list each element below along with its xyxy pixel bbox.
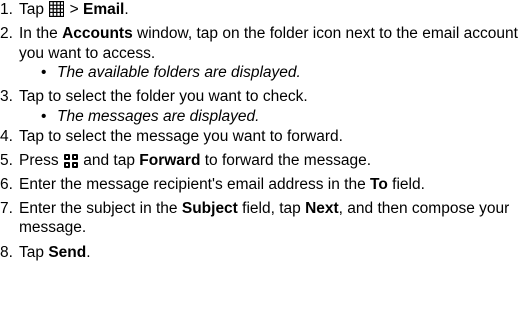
step-text: Tap Send. bbox=[19, 243, 91, 261]
bullet: • bbox=[41, 107, 47, 125]
step-number: 3. bbox=[0, 88, 13, 106]
step-text: Tap > Email. bbox=[19, 1, 129, 18]
step-text: Press and tap Forward to forward the mes… bbox=[19, 151, 372, 169]
step-text: In the Accounts window, tap on the folde… bbox=[19, 25, 518, 62]
instruction-steps: 1. Tap > Email. 2. In the Accounts windo… bbox=[0, 0, 532, 262]
step-number: 1. bbox=[0, 1, 13, 18]
bullet: • bbox=[41, 64, 47, 82]
step-number: 2. bbox=[0, 25, 13, 43]
menu-key-icon bbox=[63, 153, 78, 168]
step-6: 6. Enter the message recipient's email a… bbox=[0, 175, 532, 195]
step-number: 8. bbox=[0, 243, 13, 261]
step-2: 2. In the Accounts window, tap on the fo… bbox=[0, 24, 532, 83]
step-number: 4. bbox=[0, 127, 13, 145]
step-text: Enter the subject in the Subject field, … bbox=[19, 199, 510, 237]
step-5: 5. Press and tap Forward to forward the … bbox=[0, 151, 532, 171]
step-note: • The messages are displayed. bbox=[41, 107, 260, 125]
step-4: 4. Tap to select the message you want to… bbox=[0, 127, 532, 147]
step-text: Enter the message recipient's email addr… bbox=[19, 175, 425, 193]
step-number: 5. bbox=[0, 151, 13, 169]
step-1: 1. Tap > Email. bbox=[0, 0, 532, 20]
step-text: Tap to select the folder you want to che… bbox=[19, 88, 308, 106]
step-note: • The available folders are displayed. bbox=[41, 64, 301, 82]
step-number: 6. bbox=[0, 175, 13, 193]
step-7: 7. Enter the subject in the Subject fiel… bbox=[0, 199, 532, 238]
apps-grid-icon bbox=[49, 1, 65, 17]
step-text: Tap to select the message you want to fo… bbox=[19, 127, 343, 145]
step-3: 3. Tap to select the folder you want to … bbox=[0, 87, 532, 126]
step-number: 7. bbox=[0, 199, 13, 217]
step-8: 8. Tap Send. bbox=[0, 243, 532, 263]
